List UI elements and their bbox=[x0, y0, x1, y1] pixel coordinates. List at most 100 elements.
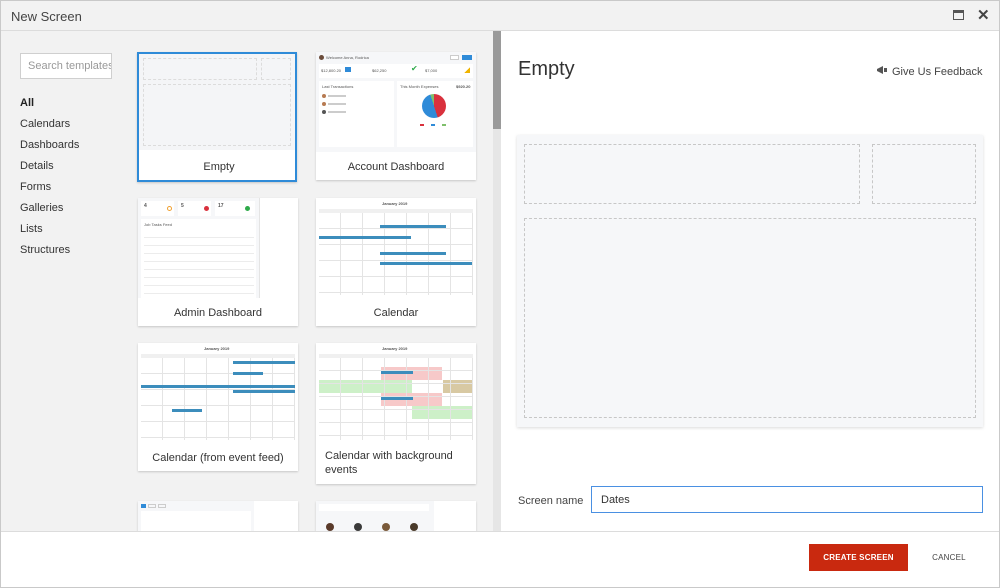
side-panel bbox=[259, 198, 298, 298]
mini-button bbox=[450, 55, 459, 60]
placeholder-block bbox=[143, 84, 291, 146]
calendar-month: January 2019 bbox=[382, 346, 408, 351]
search-input[interactable] bbox=[20, 53, 112, 79]
cancel-button[interactable]: CANCEL bbox=[921, 544, 977, 571]
feedback-link[interactable]: Give Us Feedback bbox=[876, 65, 982, 78]
signal-icon bbox=[464, 67, 470, 73]
template-label: Account Dashboard bbox=[347, 161, 445, 173]
placeholder-block bbox=[872, 144, 976, 204]
details-panel bbox=[141, 511, 251, 531]
event-bar bbox=[172, 409, 202, 412]
calendar-grid bbox=[141, 358, 295, 440]
category-lists[interactable]: Lists bbox=[20, 222, 79, 243]
category-all[interactable]: All bbox=[20, 96, 79, 117]
window-title: New Screen bbox=[11, 9, 82, 24]
panel-title: Last Transactions bbox=[322, 84, 354, 89]
avatar bbox=[382, 523, 390, 531]
mini-button bbox=[148, 504, 156, 508]
stat-value: $62,250 bbox=[372, 68, 387, 73]
mini-button bbox=[141, 504, 146, 508]
event-bar bbox=[380, 262, 472, 265]
new-screen-dialog: New Screen ✕ All Calendars Dashboards De… bbox=[0, 0, 1000, 588]
dialog-footer: CREATE SCREEN CANCEL bbox=[1, 531, 999, 587]
placeholder-block bbox=[524, 144, 860, 204]
template-thumbnail: Welcome Anna, Rodrica $12,800.20 $62,250… bbox=[316, 52, 476, 152]
template-thumbnail bbox=[316, 501, 476, 531]
calendar-month: January 2019 bbox=[204, 346, 230, 351]
category-forms[interactable]: Forms bbox=[20, 180, 79, 201]
transactions-panel bbox=[319, 81, 394, 147]
task-rows bbox=[144, 232, 254, 294]
template-card-calendar[interactable]: January 2019 Calendar bbox=[316, 198, 476, 326]
legend-swatch bbox=[442, 124, 446, 126]
calendar-month: January 2019 bbox=[382, 201, 408, 206]
event-bar bbox=[381, 371, 413, 374]
template-thumbnail bbox=[139, 54, 295, 150]
template-scrollbar[interactable] bbox=[493, 31, 501, 531]
placeholder-block bbox=[143, 58, 257, 80]
text-line bbox=[328, 103, 346, 105]
stat-value: 17 bbox=[218, 203, 224, 209]
ok-icon bbox=[245, 206, 250, 211]
template-label: Admin Dashboard bbox=[173, 307, 263, 319]
avatar bbox=[322, 94, 326, 98]
stat-value: 5 bbox=[181, 203, 184, 209]
template-card-account-dashboard[interactable]: Welcome Anna, Rodrica $12,800.20 $62,250… bbox=[316, 52, 476, 180]
preview-title: Empty bbox=[518, 58, 575, 80]
template-card-partial[interactable] bbox=[138, 501, 298, 531]
category-structures[interactable]: Structures bbox=[20, 243, 79, 264]
welcome-text: Welcome Anna, Rodrica bbox=[326, 55, 369, 60]
category-calendars[interactable]: Calendars bbox=[20, 117, 79, 138]
scrollbar-thumb[interactable] bbox=[493, 31, 501, 129]
mini-button bbox=[462, 55, 472, 60]
avatar bbox=[410, 523, 418, 531]
template-thumbnail: January 2019 bbox=[138, 343, 298, 443]
template-card-calendar-background-events[interactable]: January 2019 Calendar with background ev… bbox=[316, 343, 476, 484]
template-label: Calendar (from event feed) bbox=[152, 452, 284, 464]
pie-chart bbox=[422, 94, 446, 118]
category-dashboards[interactable]: Dashboards bbox=[20, 138, 79, 159]
screen-name-input[interactable] bbox=[591, 486, 983, 513]
event-bar bbox=[233, 390, 295, 393]
event-bar bbox=[141, 385, 295, 388]
template-card-partial[interactable] bbox=[316, 501, 476, 531]
screen-name-label: Screen name bbox=[518, 495, 584, 507]
legend-swatch bbox=[431, 124, 435, 126]
mini-button bbox=[158, 504, 166, 508]
check-icon: ✔ bbox=[411, 64, 418, 73]
feedback-label: Give Us Feedback bbox=[892, 66, 983, 78]
panel-title: This Month Expenses bbox=[400, 84, 439, 89]
event-bar bbox=[233, 361, 295, 364]
category-galleries[interactable]: Galleries bbox=[20, 201, 79, 222]
close-icon[interactable]: ✕ bbox=[977, 6, 990, 24]
avatar bbox=[326, 523, 334, 531]
avatar bbox=[322, 102, 326, 106]
layout-preview bbox=[517, 135, 983, 427]
event-bar bbox=[380, 225, 446, 228]
expense-total: $920.20 bbox=[456, 84, 471, 89]
warning-icon bbox=[167, 206, 172, 211]
mini-search bbox=[319, 504, 429, 511]
card-icon bbox=[345, 67, 351, 72]
avatar bbox=[319, 55, 324, 60]
template-card-admin-dashboard[interactable]: 4 5 17 Job Tasks Feed Admin Dashboard bbox=[138, 198, 298, 326]
side-panel bbox=[434, 501, 476, 531]
template-thumbnail: January 2019 bbox=[316, 198, 476, 298]
stats-row bbox=[319, 64, 473, 78]
maximize-icon[interactable] bbox=[953, 10, 964, 20]
template-card-calendar-event-feed[interactable]: January 2019 Calendar (from event feed) bbox=[138, 343, 298, 471]
alert-icon bbox=[204, 206, 209, 211]
create-screen-button[interactable]: CREATE SCREEN bbox=[809, 544, 908, 571]
event-bar bbox=[319, 236, 411, 239]
avatar bbox=[322, 110, 326, 114]
category-details[interactable]: Details bbox=[20, 159, 79, 180]
template-thumbnail bbox=[138, 501, 298, 531]
stat-value: $12,800.20 bbox=[321, 68, 342, 73]
category-list: All Calendars Dashboards Details Forms G… bbox=[20, 96, 79, 264]
placeholder-block bbox=[524, 218, 976, 418]
template-thumbnail: January 2019 bbox=[316, 343, 476, 443]
template-thumbnail: 4 5 17 Job Tasks Feed bbox=[138, 198, 298, 298]
template-card-empty[interactable]: Empty bbox=[137, 52, 297, 182]
preview-pane: Empty Give Us Feedback Screen name bbox=[501, 31, 999, 531]
stat-value: $7,000 bbox=[425, 68, 438, 73]
